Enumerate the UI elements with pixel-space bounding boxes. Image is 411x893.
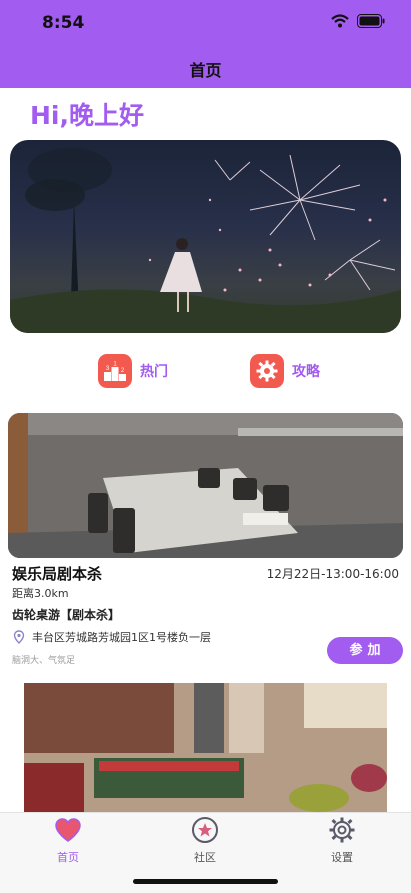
svg-text:1: 1 [113,362,117,368]
venue-address: 丰台区芳城路芳城园1区1号楼负一层 [32,631,211,644]
venue-distance: 距离3.0km [12,587,69,600]
venue-tags: 脑洞大、气氛足 [12,656,76,666]
quick-action-guide[interactable]: 攻略 [250,354,320,388]
venue-name: 娱乐局剧本杀 [12,565,103,583]
tab-community[interactable]: 社区 [165,815,245,865]
settings-gear-icon [329,817,355,843]
venue-photo-2[interactable] [24,683,387,813]
svg-text:2: 2 [121,368,125,374]
tab-label: 设置 [331,851,353,864]
venue-category: 齿轮桌游【剧本杀】 [12,608,121,622]
greeting-text: Hi,晚上好 [30,101,144,130]
gear-icon [250,354,284,388]
svg-text:3: 3 [106,366,110,372]
star-badge-icon [192,817,218,843]
page-title: 首页 [189,61,222,80]
podium-icon: 3 1 2 [98,354,132,388]
tab-settings[interactable]: 设置 [302,815,382,865]
venue-address-row: 丰台区芳城路芳城园1区1号楼负一层 [12,629,211,645]
wifi-icon [331,14,349,28]
banner-image[interactable] [10,140,401,333]
venue-photo[interactable] [8,413,403,558]
home-indicator [133,879,278,884]
tab-label: 首页 [57,851,79,864]
top-header: 8:54 首页 [0,0,411,88]
tab-home[interactable]: 首页 [28,815,108,865]
quick-action-label: 攻略 [292,364,320,380]
heart-icon [55,818,81,842]
tab-label: 社区 [194,851,216,864]
join-button[interactable]: 参加 [327,637,403,664]
quick-action-hot[interactable]: 3 1 2 热门 [98,354,168,388]
status-icons [331,14,385,28]
location-pin-icon [13,630,25,644]
quick-action-label: 热门 [140,364,168,380]
battery-icon [357,14,385,28]
venue-time: 12月22日-13:00-16:00 [266,567,399,581]
status-time: 8:54 [42,13,85,33]
